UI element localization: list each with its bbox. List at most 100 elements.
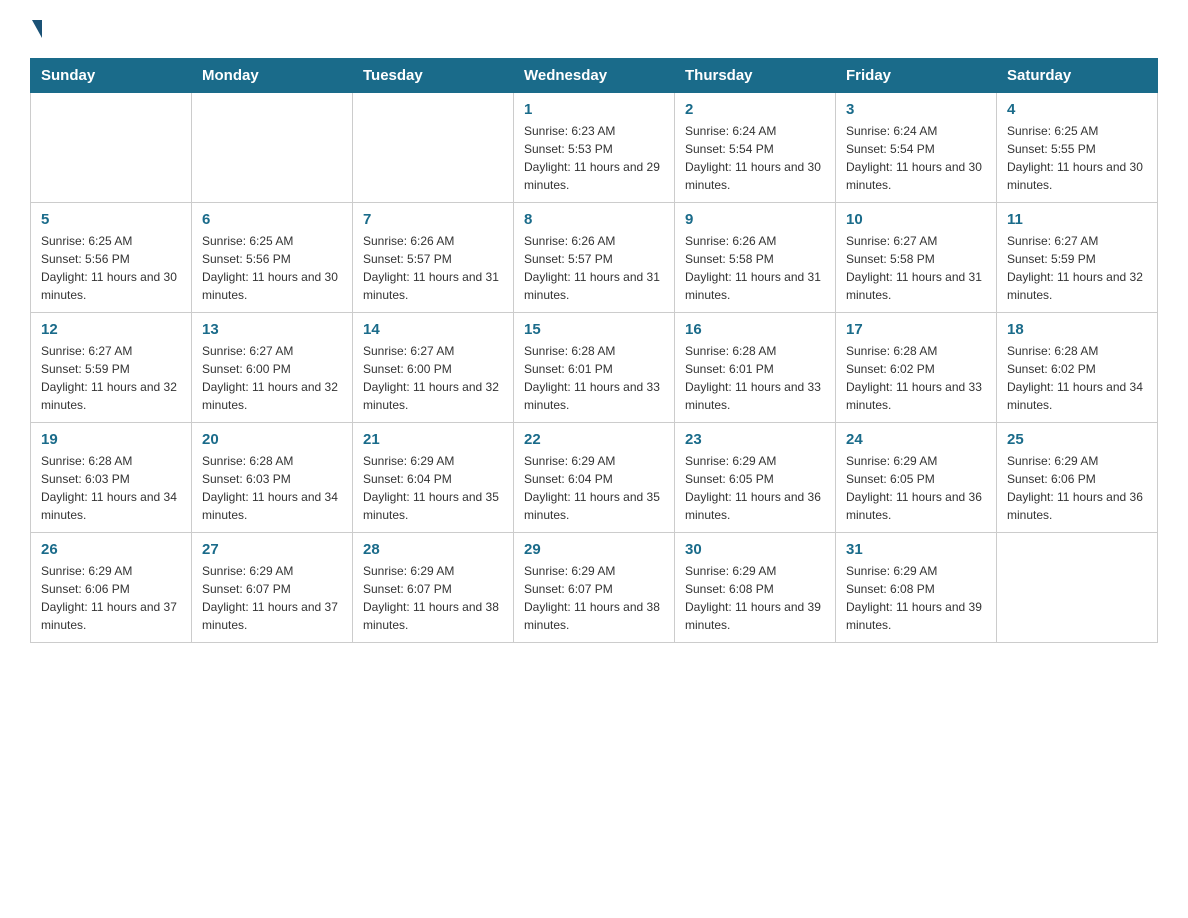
day-info: Sunrise: 6:26 AM Sunset: 5:57 PM Dayligh…	[524, 232, 664, 304]
calendar-cell: 14 Sunrise: 6:27 AM Sunset: 6:00 PM Dayli…	[353, 313, 514, 423]
day-info: Sunrise: 6:29 AM Sunset: 6:05 PM Dayligh…	[685, 452, 825, 524]
day-info: Sunrise: 6:26 AM Sunset: 5:58 PM Dayligh…	[685, 232, 825, 304]
day-number: 6	[202, 211, 342, 228]
day-info: Sunrise: 6:28 AM Sunset: 6:03 PM Dayligh…	[202, 452, 342, 524]
calendar-cell	[192, 93, 353, 203]
day-info: Sunrise: 6:28 AM Sunset: 6:01 PM Dayligh…	[524, 342, 664, 414]
day-info: Sunrise: 6:29 AM Sunset: 6:06 PM Dayligh…	[1007, 452, 1147, 524]
calendar-cell: 25 Sunrise: 6:29 AM Sunset: 6:06 PM Dayli…	[997, 423, 1158, 533]
column-header-wednesday: Wednesday	[514, 59, 675, 93]
day-number: 27	[202, 541, 342, 558]
day-number: 20	[202, 431, 342, 448]
day-info: Sunrise: 6:27 AM Sunset: 6:00 PM Dayligh…	[363, 342, 503, 414]
day-info: Sunrise: 6:28 AM Sunset: 6:03 PM Dayligh…	[41, 452, 181, 524]
calendar-cell: 27 Sunrise: 6:29 AM Sunset: 6:07 PM Dayli…	[192, 533, 353, 643]
day-info: Sunrise: 6:25 AM Sunset: 5:55 PM Dayligh…	[1007, 122, 1147, 194]
week-row-3: 12 Sunrise: 6:27 AM Sunset: 5:59 PM Dayli…	[31, 313, 1158, 423]
day-number: 16	[685, 321, 825, 338]
calendar-cell: 30 Sunrise: 6:29 AM Sunset: 6:08 PM Dayli…	[675, 533, 836, 643]
day-info: Sunrise: 6:23 AM Sunset: 5:53 PM Dayligh…	[524, 122, 664, 194]
day-number: 22	[524, 431, 664, 448]
day-number: 15	[524, 321, 664, 338]
day-number: 8	[524, 211, 664, 228]
day-info: Sunrise: 6:29 AM Sunset: 6:07 PM Dayligh…	[524, 562, 664, 634]
day-info: Sunrise: 6:25 AM Sunset: 5:56 PM Dayligh…	[41, 232, 181, 304]
calendar-header-row: SundayMondayTuesdayWednesdayThursdayFrid…	[31, 59, 1158, 93]
day-info: Sunrise: 6:24 AM Sunset: 5:54 PM Dayligh…	[846, 122, 986, 194]
day-number: 3	[846, 101, 986, 118]
column-header-tuesday: Tuesday	[353, 59, 514, 93]
day-number: 14	[363, 321, 503, 338]
day-number: 24	[846, 431, 986, 448]
day-number: 25	[1007, 431, 1147, 448]
calendar-cell: 7 Sunrise: 6:26 AM Sunset: 5:57 PM Daylig…	[353, 203, 514, 313]
calendar-cell: 1 Sunrise: 6:23 AM Sunset: 5:53 PM Daylig…	[514, 93, 675, 203]
day-number: 1	[524, 101, 664, 118]
week-row-1: 1 Sunrise: 6:23 AM Sunset: 5:53 PM Daylig…	[31, 93, 1158, 203]
logo-triangle-icon	[32, 20, 42, 38]
calendar-cell: 17Sunrise: 6:28 AM Sunset: 6:02 PM Dayli…	[836, 313, 997, 423]
day-number: 11	[1007, 211, 1147, 228]
calendar-cell: 19 Sunrise: 6:28 AM Sunset: 6:03 PM Dayli…	[31, 423, 192, 533]
day-info: Sunrise: 6:28 AM Sunset: 6:02 PM Dayligh…	[1007, 342, 1147, 414]
day-number: 5	[41, 211, 181, 228]
day-info: Sunrise: 6:29 AM Sunset: 6:08 PM Dayligh…	[685, 562, 825, 634]
calendar-cell: 13 Sunrise: 6:27 AM Sunset: 6:00 PM Dayli…	[192, 313, 353, 423]
calendar-cell	[31, 93, 192, 203]
day-number: 26	[41, 541, 181, 558]
calendar-cell: 6Sunrise: 6:25 AM Sunset: 5:56 PM Daylig…	[192, 203, 353, 313]
day-info: Sunrise: 6:24 AM Sunset: 5:54 PM Dayligh…	[685, 122, 825, 194]
day-info: Sunrise: 6:29 AM Sunset: 6:04 PM Dayligh…	[363, 452, 503, 524]
day-number: 10	[846, 211, 986, 228]
logo	[30, 20, 44, 38]
calendar-cell: 29 Sunrise: 6:29 AM Sunset: 6:07 PM Dayli…	[514, 533, 675, 643]
day-info: Sunrise: 6:29 AM Sunset: 6:04 PM Dayligh…	[524, 452, 664, 524]
column-header-saturday: Saturday	[997, 59, 1158, 93]
calendar-cell: 4Sunrise: 6:25 AM Sunset: 5:55 PM Daylig…	[997, 93, 1158, 203]
calendar-cell: 20 Sunrise: 6:28 AM Sunset: 6:03 PM Dayli…	[192, 423, 353, 533]
calendar-cell: 24Sunrise: 6:29 AM Sunset: 6:05 PM Dayli…	[836, 423, 997, 533]
calendar-cell: 12 Sunrise: 6:27 AM Sunset: 5:59 PM Dayli…	[31, 313, 192, 423]
day-info: Sunrise: 6:29 AM Sunset: 6:08 PM Dayligh…	[846, 562, 986, 634]
calendar-cell: 31 Sunrise: 6:29 AM Sunset: 6:08 PM Dayli…	[836, 533, 997, 643]
day-number: 30	[685, 541, 825, 558]
calendar-cell: 22 Sunrise: 6:29 AM Sunset: 6:04 PM Dayli…	[514, 423, 675, 533]
calendar-cell: 21 Sunrise: 6:29 AM Sunset: 6:04 PM Dayli…	[353, 423, 514, 533]
day-number: 7	[363, 211, 503, 228]
calendar-cell	[997, 533, 1158, 643]
calendar-table: SundayMondayTuesdayWednesdayThursdayFrid…	[30, 58, 1158, 643]
day-number: 19	[41, 431, 181, 448]
day-number: 29	[524, 541, 664, 558]
day-number: 23	[685, 431, 825, 448]
day-info: Sunrise: 6:29 AM Sunset: 6:06 PM Dayligh…	[41, 562, 181, 634]
calendar-cell	[353, 93, 514, 203]
day-number: 2	[685, 101, 825, 118]
calendar-cell: 2 Sunrise: 6:24 AM Sunset: 5:54 PM Daylig…	[675, 93, 836, 203]
week-row-4: 19 Sunrise: 6:28 AM Sunset: 6:03 PM Dayli…	[31, 423, 1158, 533]
day-number: 17	[846, 321, 986, 338]
day-number: 18	[1007, 321, 1147, 338]
column-header-friday: Friday	[836, 59, 997, 93]
day-number: 21	[363, 431, 503, 448]
day-number: 12	[41, 321, 181, 338]
day-info: Sunrise: 6:27 AM Sunset: 5:59 PM Dayligh…	[1007, 232, 1147, 304]
column-header-thursday: Thursday	[675, 59, 836, 93]
week-row-2: 5 Sunrise: 6:25 AM Sunset: 5:56 PM Daylig…	[31, 203, 1158, 313]
day-number: 31	[846, 541, 986, 558]
day-info: Sunrise: 6:29 AM Sunset: 6:07 PM Dayligh…	[202, 562, 342, 634]
day-number: 13	[202, 321, 342, 338]
calendar-cell: 5 Sunrise: 6:25 AM Sunset: 5:56 PM Daylig…	[31, 203, 192, 313]
day-info: Sunrise: 6:27 AM Sunset: 5:59 PM Dayligh…	[41, 342, 181, 414]
day-info: Sunrise: 6:26 AM Sunset: 5:57 PM Dayligh…	[363, 232, 503, 304]
day-info: Sunrise: 6:27 AM Sunset: 5:58 PM Dayligh…	[846, 232, 986, 304]
calendar-cell: 10 Sunrise: 6:27 AM Sunset: 5:58 PM Dayli…	[836, 203, 997, 313]
calendar-cell: 15 Sunrise: 6:28 AM Sunset: 6:01 PM Dayli…	[514, 313, 675, 423]
calendar-cell: 8 Sunrise: 6:26 AM Sunset: 5:57 PM Daylig…	[514, 203, 675, 313]
day-number: 9	[685, 211, 825, 228]
week-row-5: 26 Sunrise: 6:29 AM Sunset: 6:06 PM Dayli…	[31, 533, 1158, 643]
calendar-cell: 23 Sunrise: 6:29 AM Sunset: 6:05 PM Dayli…	[675, 423, 836, 533]
day-info: Sunrise: 6:28 AM Sunset: 6:01 PM Dayligh…	[685, 342, 825, 414]
page-header	[30, 20, 1158, 38]
day-info: Sunrise: 6:27 AM Sunset: 6:00 PM Dayligh…	[202, 342, 342, 414]
calendar-cell: 26 Sunrise: 6:29 AM Sunset: 6:06 PM Dayli…	[31, 533, 192, 643]
